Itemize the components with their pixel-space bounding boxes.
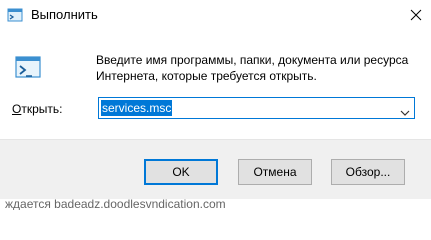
close-button[interactable] [401,0,431,30]
description-line-1: Введите имя программы, папки, документа … [96,53,409,67]
background-status-text: ждается badeadz.doodlesvndication.com [5,199,226,210]
open-label-text: ткрыть: [21,102,63,116]
run-dialog: Выполнить Введите имя программы, папки, … [0,0,431,210]
title-bar[interactable]: Выполнить [0,0,431,31]
cancel-button[interactable]: Отмена [238,159,312,185]
window-title: Выполнить [31,7,98,22]
close-icon [410,9,422,21]
ok-button[interactable]: OK [144,159,218,185]
run-icon [7,7,23,23]
open-label: Открыть: [12,102,62,116]
open-label-accesskey: О [12,102,22,116]
description-line-2: Интернета, которые требуется открыть. [96,69,317,83]
background-window-text: ждается badeadz.doodlesvndication.com [0,199,431,210]
browse-button[interactable]: Обзор... [331,159,405,185]
chevron-down-icon[interactable] [400,104,410,116]
open-combobox[interactable]: services.msc [98,97,415,119]
open-input-value[interactable]: services.msc [101,100,173,116]
description-text: Введите имя программы, папки, документа … [96,52,426,84]
run-large-icon [14,53,44,83]
